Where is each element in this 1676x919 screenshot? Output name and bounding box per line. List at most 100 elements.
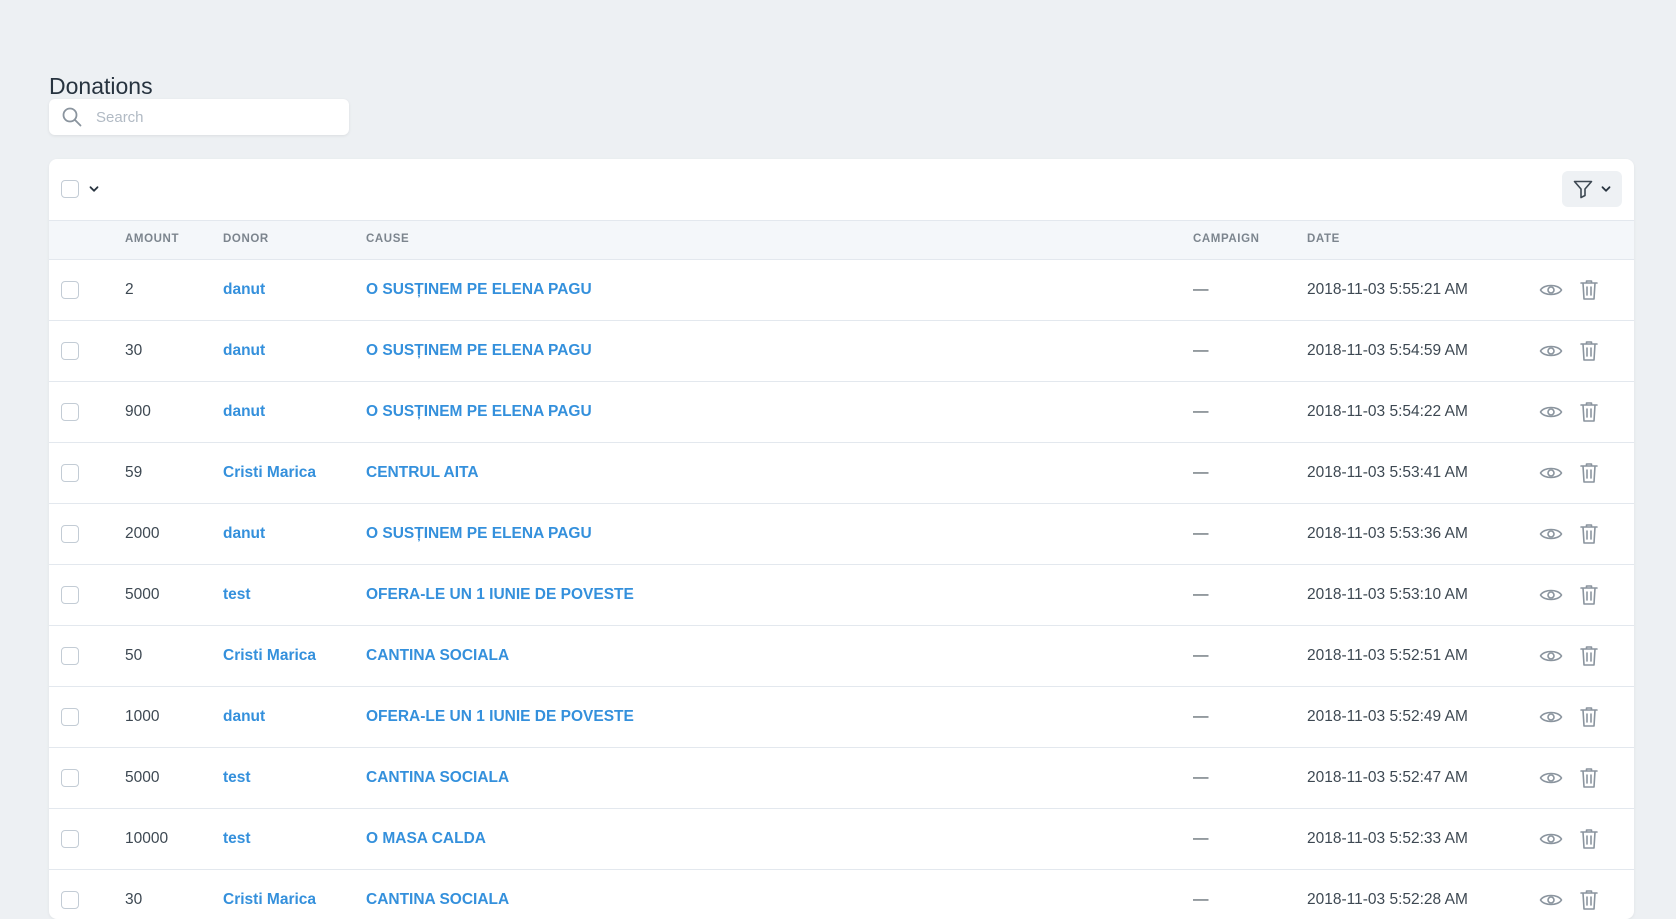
filter-button[interactable] — [1562, 171, 1622, 207]
eye-icon[interactable] — [1539, 462, 1563, 484]
donor-link[interactable]: danut — [223, 525, 265, 543]
date-cell: 2018-11-03 5:53:36 AM — [1307, 525, 1468, 542]
row-checkbox[interactable] — [61, 464, 79, 482]
chevron-down-icon[interactable] — [88, 183, 100, 195]
trash-icon[interactable] — [1578, 766, 1600, 790]
donor-link[interactable]: Cristi Marica — [223, 464, 316, 482]
donor-link[interactable]: danut — [223, 342, 265, 360]
table-row: 5000 test OFERA-LE UN 1 IUNIE DE POVESTE… — [49, 565, 1634, 626]
page-title: Donations — [49, 73, 153, 100]
eye-icon[interactable] — [1539, 645, 1563, 667]
donor-link[interactable]: Cristi Marica — [223, 647, 316, 665]
campaign-cell: — — [1193, 647, 1209, 664]
donor-link[interactable]: danut — [223, 281, 265, 299]
amount-cell: 30 — [125, 342, 143, 359]
eye-icon[interactable] — [1539, 828, 1563, 850]
cause-link[interactable]: OFERA-LE UN 1 IUNIE DE POVESTE — [366, 708, 634, 726]
eye-icon[interactable] — [1539, 706, 1563, 728]
eye-icon[interactable] — [1539, 584, 1563, 606]
eye-icon[interactable] — [1539, 889, 1563, 911]
search-box[interactable] — [49, 99, 349, 135]
eye-icon[interactable] — [1539, 401, 1563, 423]
donor-link[interactable]: danut — [223, 403, 265, 421]
search-icon — [62, 107, 82, 127]
cause-link[interactable]: CANTINA SOCIALA — [366, 647, 509, 665]
table-row: 2 danut O SUSȚINEM PE ELENA PAGU — 2018-… — [49, 260, 1634, 321]
trash-icon[interactable] — [1578, 339, 1600, 363]
cause-link[interactable]: O SUSȚINEM PE ELENA PAGU — [366, 525, 592, 543]
amount-cell: 10000 — [125, 830, 169, 847]
donations-page: Donations Amount — [0, 0, 1676, 919]
amount-cell: 59 — [125, 464, 143, 481]
cause-link[interactable]: OFERA-LE UN 1 IUNIE DE POVESTE — [366, 586, 634, 604]
column-header-donor[interactable]: Donor — [223, 233, 269, 245]
amount-cell: 2 — [125, 281, 134, 298]
amount-cell: 1000 — [125, 708, 160, 725]
trash-icon[interactable] — [1578, 705, 1600, 729]
column-header-amount[interactable]: Amount — [125, 233, 179, 245]
row-checkbox[interactable] — [61, 708, 79, 726]
table-toolbar — [49, 159, 1634, 220]
row-checkbox[interactable] — [61, 769, 79, 787]
amount-cell: 5000 — [125, 769, 160, 786]
campaign-cell: — — [1193, 708, 1209, 725]
row-checkbox[interactable] — [61, 342, 79, 360]
table-row: 50 Cristi Marica CANTINA SOCIALA — 2018-… — [49, 626, 1634, 687]
campaign-cell: — — [1193, 525, 1209, 542]
filter-icon — [1572, 178, 1594, 200]
row-checkbox[interactable] — [61, 403, 79, 421]
cause-link[interactable]: O SUSȚINEM PE ELENA PAGU — [366, 281, 592, 299]
trash-icon[interactable] — [1578, 522, 1600, 546]
table-body: 2 danut O SUSȚINEM PE ELENA PAGU — 2018-… — [49, 260, 1634, 919]
trash-icon[interactable] — [1578, 461, 1600, 485]
eye-icon[interactable] — [1539, 523, 1563, 545]
date-cell: 2018-11-03 5:53:10 AM — [1307, 586, 1468, 603]
donor-link[interactable]: test — [223, 769, 251, 787]
row-checkbox[interactable] — [61, 586, 79, 604]
cause-link[interactable]: O SUSȚINEM PE ELENA PAGU — [366, 342, 592, 360]
donor-link[interactable]: test — [223, 830, 251, 848]
cause-link[interactable]: O MASA CALDA — [366, 830, 486, 848]
donor-link[interactable]: test — [223, 586, 251, 604]
search-input[interactable] — [94, 107, 338, 127]
cause-link[interactable]: O SUSȚINEM PE ELENA PAGU — [366, 403, 592, 421]
trash-icon[interactable] — [1578, 400, 1600, 424]
cause-link[interactable]: CANTINA SOCIALA — [366, 891, 509, 909]
column-header-cause[interactable]: Cause — [366, 233, 409, 245]
eye-icon[interactable] — [1539, 767, 1563, 789]
column-header-campaign[interactable]: Campaign — [1193, 233, 1260, 245]
campaign-cell: — — [1193, 586, 1209, 603]
eye-icon[interactable] — [1539, 279, 1563, 301]
campaign-cell: — — [1193, 342, 1209, 359]
campaign-cell: — — [1193, 464, 1209, 481]
row-checkbox[interactable] — [61, 281, 79, 299]
cause-link[interactable]: CANTINA SOCIALA — [366, 769, 509, 787]
table-row: 30 Cristi Marica CANTINA SOCIALA — 2018-… — [49, 870, 1634, 919]
table-row: 2000 danut O SUSȚINEM PE ELENA PAGU — 20… — [49, 504, 1634, 565]
row-checkbox[interactable] — [61, 525, 79, 543]
trash-icon[interactable] — [1578, 278, 1600, 302]
amount-cell: 50 — [125, 647, 143, 664]
cause-link[interactable]: CENTRUL AITA — [366, 464, 479, 482]
row-checkbox[interactable] — [61, 647, 79, 665]
trash-icon[interactable] — [1578, 644, 1600, 668]
amount-cell: 900 — [125, 403, 151, 420]
row-checkbox[interactable] — [61, 891, 79, 909]
select-all-checkbox[interactable] — [61, 180, 79, 198]
row-checkbox[interactable] — [61, 830, 79, 848]
trash-icon[interactable] — [1578, 583, 1600, 607]
donations-table-card: Amount Donor Cause Campaign Date 2 danut… — [49, 159, 1634, 919]
trash-icon[interactable] — [1578, 888, 1600, 912]
table-row: 5000 test CANTINA SOCIALA — 2018-11-03 5… — [49, 748, 1634, 809]
donor-link[interactable]: Cristi Marica — [223, 891, 316, 909]
campaign-cell: — — [1193, 403, 1209, 420]
amount-cell: 5000 — [125, 586, 160, 603]
select-all-control[interactable] — [61, 180, 100, 198]
date-cell: 2018-11-03 5:54:22 AM — [1307, 403, 1468, 420]
eye-icon[interactable] — [1539, 340, 1563, 362]
table-row: 59 Cristi Marica CENTRUL AITA — 2018-11-… — [49, 443, 1634, 504]
table-row: 10000 test O MASA CALDA — 2018-11-03 5:5… — [49, 809, 1634, 870]
donor-link[interactable]: danut — [223, 708, 265, 726]
column-header-date[interactable]: Date — [1307, 233, 1340, 245]
trash-icon[interactable] — [1578, 827, 1600, 851]
